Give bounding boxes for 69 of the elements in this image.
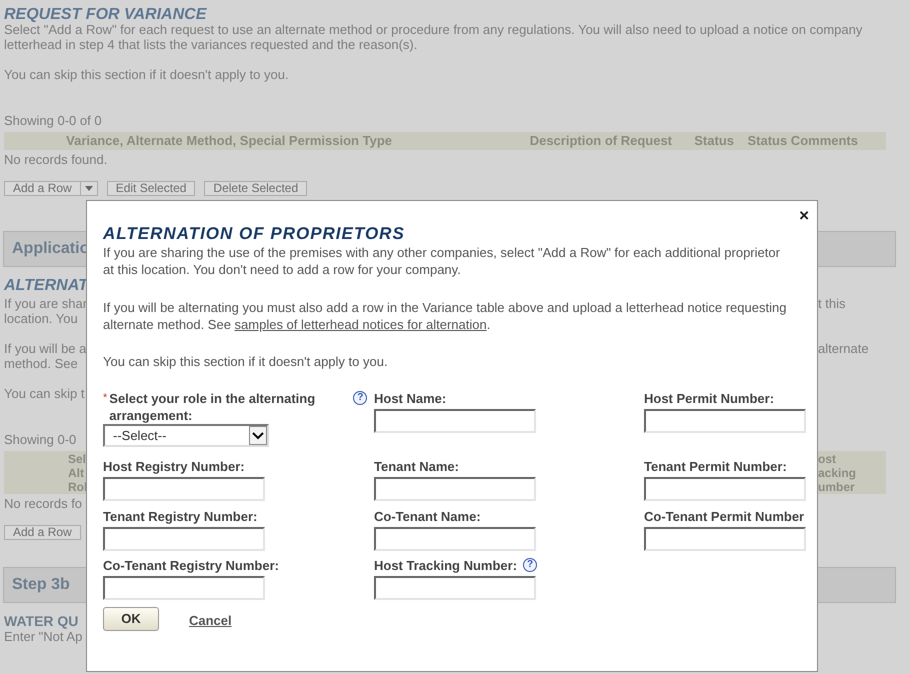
column-header: Variance, Alternate Method, Special Permission Type — [65, 132, 393, 150]
button[interactable]: Delete Selected — [204, 181, 308, 196]
section-header-text: Applicatio — [12, 239, 90, 259]
column-header: Status — [693, 132, 734, 150]
field-label: Select your role in the alternating arrangement: — [109, 390, 316, 424]
letterhead-samples-link[interactable]: samples of letterhead notices for alternation — [234, 317, 487, 332]
text-fragment: Enter "Not Ap — [4, 629, 82, 644]
paragraph-line: If you will be alternating you must also add a row in the Variance table above and upload a letterhead notice requesting — [103, 299, 788, 316]
chevron-down-icon[interactable] — [252, 432, 264, 440]
caret-icon[interactable] — [84, 186, 93, 191]
text-input[interactable] — [644, 477, 806, 501]
paragraph-line: If you are sharing the use of the premises with any other companies, select "Add a Row" for each additional proprietor — [103, 244, 781, 261]
text-fragment: t this — [818, 296, 846, 311]
text-fragment: ost — [818, 452, 836, 466]
paragraph: You can skip this section if it doesn't apply to you. — [4, 67, 290, 82]
section-title: REQUEST FOR VARIANCE — [4, 5, 206, 22]
close-button[interactable]: × — [799, 207, 809, 224]
text-fragment: If you are shar — [4, 296, 88, 311]
text-fragment: You can skip t — [4, 386, 84, 401]
field-label: Host Tracking Number: — [374, 557, 518, 574]
field-label: Host Registry Number: — [103, 458, 245, 475]
field-label: Host Name: — [374, 390, 446, 407]
text-input[interactable] — [103, 576, 265, 600]
field-label: Co-Tenant Permit Number — [644, 508, 804, 525]
ok-button[interactable]: OK — [103, 607, 159, 631]
field-label: Host Permit Number: — [644, 390, 774, 407]
paragraph-line: You can skip this section if it doesn't apply to you. — [103, 353, 389, 370]
field-label: Tenant Name: — [374, 458, 459, 475]
section-header-text: Step 3b — [12, 575, 70, 595]
section-title: WATER QU — [4, 612, 78, 627]
field-label: Tenant Permit Number: — [644, 458, 787, 475]
field-label: Co-Tenant Name: — [374, 508, 481, 525]
empty-message: No records fo — [4, 496, 82, 511]
text-fragment: umber — [818, 480, 855, 494]
text-fragment: location. You — [4, 311, 78, 326]
record-count: Showing 0-0 of 0 — [4, 113, 102, 128]
field-label: Co-Tenant Registry Number: — [103, 557, 279, 574]
record-count: Showing 0-0 — [4, 432, 76, 447]
empty-message: No records found. — [4, 152, 108, 167]
text-input[interactable] — [374, 576, 536, 600]
text-fragment: If you will be a — [4, 341, 86, 356]
text-input[interactable] — [374, 527, 536, 551]
button[interactable]: Edit Selected — [106, 181, 196, 196]
column-header: Status Comments — [746, 132, 858, 150]
cancel-link[interactable]: Cancel — [189, 611, 232, 631]
paragraph-line: at this location. You don't need to add a row for your company. — [103, 261, 462, 278]
text-input[interactable] — [374, 477, 536, 501]
paragraph-line: alternate method. See samples of letterhead notices for alternation. — [103, 316, 492, 333]
text-input[interactable] — [103, 477, 265, 501]
text-input[interactable] — [644, 409, 806, 433]
button[interactable]: Add a Row — [4, 525, 81, 540]
section-title: ALTERNAT — [4, 276, 88, 294]
text-input[interactable] — [644, 527, 806, 551]
text-fragment: Sel — [68, 452, 86, 466]
text-input[interactable] — [374, 409, 536, 433]
help-button[interactable]: ? — [523, 558, 538, 572]
text-input[interactable] — [103, 527, 265, 551]
paragraph: Select "Add a Row" for each request to use an alternate method or procedure from any regulations. You will also need to upload a notice on company letterhead in step 4 that lists the variances requested and the reason(s). — [4, 22, 864, 52]
text-fragment: acking — [818, 466, 856, 480]
button[interactable]: Add a Row — [4, 181, 98, 196]
dialog-title: ALTERNATION OF PROPRIETORS — [103, 224, 406, 244]
text-fragment: Alt — [68, 466, 84, 480]
column-header: Description of Request — [528, 132, 673, 150]
required-marker: * — [103, 391, 108, 406]
text-fragment: method. See — [4, 356, 78, 371]
role-dropdown[interactable]: --Select-- — [103, 424, 269, 447]
text-fragment: alternate — [818, 341, 869, 356]
field-label: Tenant Registry Number: — [103, 508, 258, 525]
help-button[interactable]: ? — [353, 391, 368, 405]
